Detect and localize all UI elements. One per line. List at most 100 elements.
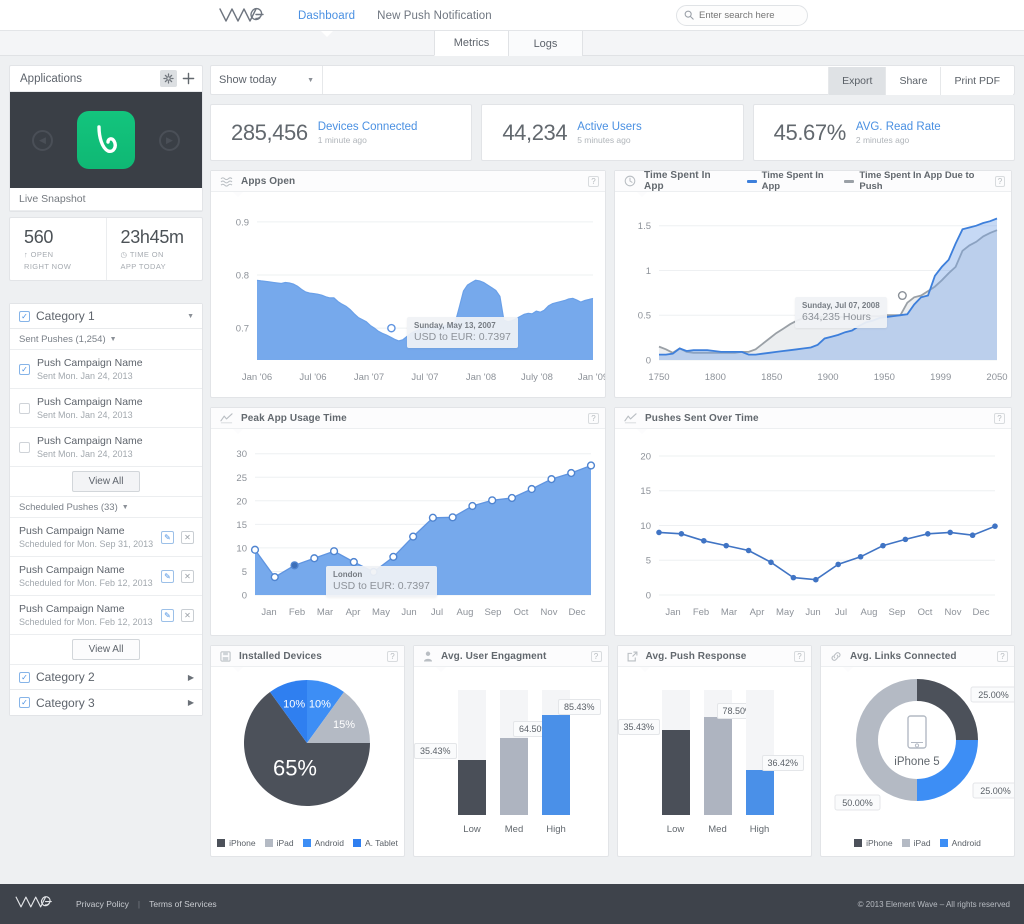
- tab-metrics[interactable]: Metrics: [434, 31, 509, 56]
- footer-link-privacy-policy[interactable]: Privacy Policy: [76, 899, 129, 909]
- svg-text:Aug: Aug: [457, 607, 474, 618]
- edit-icon[interactable]: ✎: [161, 609, 174, 622]
- toolbar: Show today ▼ Export Share Print PDF: [210, 65, 1015, 95]
- list-item[interactable]: Push Campaign Name Scheduled for Mon. Fe…: [10, 596, 202, 635]
- stat-timestamp: 5 minutes ago: [577, 134, 642, 146]
- chevron-down-icon[interactable]: ▼: [307, 77, 314, 84]
- export-button[interactable]: Export: [828, 67, 885, 95]
- delete-icon[interactable]: ✕: [181, 609, 194, 622]
- share-button[interactable]: Share: [885, 67, 940, 95]
- applications-header: Applications: [10, 66, 202, 92]
- plus-icon[interactable]: [180, 70, 197, 87]
- help-icon[interactable]: ?: [387, 651, 398, 662]
- help-icon[interactable]: ?: [995, 176, 1005, 187]
- category-2-checkbox[interactable]: ✓: [19, 672, 30, 683]
- sent-pushes-header[interactable]: Sent Pushes (1,254) ▼: [10, 329, 202, 350]
- svg-text:Apr: Apr: [750, 607, 765, 618]
- list-item[interactable]: Push Campaign Name Scheduled for Mon. Fe…: [10, 557, 202, 596]
- view-all-scheduled-button[interactable]: View All: [72, 639, 141, 660]
- chevron-down-icon[interactable]: ▼: [122, 504, 129, 511]
- card-pushes-sent: Pushes Sent Over Time ? 05101520JanFebMa…: [614, 407, 1012, 636]
- push-checkbox[interactable]: [19, 403, 30, 414]
- nav-link-new-push-notification[interactable]: New Push Notification: [377, 10, 492, 22]
- legend-item-a-tablet[interactable]: A. Tablet: [353, 838, 398, 848]
- category-3-checkbox[interactable]: ✓: [19, 697, 30, 708]
- svg-text:1900: 1900: [817, 372, 838, 383]
- sidebar-item-category-2[interactable]: ✓ Category 2 ▶: [10, 665, 202, 690]
- app-hero: ◀ ▶: [10, 92, 202, 188]
- legend-item-ipad[interactable]: iPad: [265, 838, 294, 848]
- list-item[interactable]: Push Campaign Name Sent Mon. Jan 24, 201…: [10, 389, 202, 428]
- chevron-right-icon[interactable]: ▶: [188, 673, 194, 682]
- delete-icon[interactable]: ✕: [181, 531, 194, 544]
- footer-logo[interactable]: [14, 893, 64, 916]
- chevron-left-icon[interactable]: ◀: [32, 130, 53, 151]
- date-range-label: Show today: [219, 74, 303, 86]
- bar-label-high: 36.42%: [762, 755, 805, 771]
- stat-value: 285,456: [231, 120, 308, 146]
- sidebar-item-category-1[interactable]: ✓ Category 1 ▼: [10, 304, 202, 329]
- nav-link-dashboard[interactable]: Dashboard: [298, 10, 355, 22]
- legend-item-android[interactable]: Android: [940, 838, 981, 848]
- card-title: Avg. Links Connected: [850, 651, 957, 662]
- help-icon[interactable]: ?: [794, 651, 805, 662]
- chevron-right-icon[interactable]: ▶: [188, 698, 194, 707]
- list-item[interactable]: Push Campaign Name Sent Mon. Jan 24, 201…: [10, 428, 202, 467]
- stat-label: Devices Connected: [318, 120, 418, 134]
- gear-icon[interactable]: [160, 70, 177, 87]
- chevron-down-icon[interactable]: ▼: [110, 336, 117, 343]
- help-icon[interactable]: ?: [997, 651, 1008, 662]
- legend-item-android[interactable]: Android: [303, 838, 344, 848]
- stat-value: 44,234: [502, 120, 567, 146]
- svg-text:15%: 15%: [333, 719, 355, 731]
- push-name: Push Campaign Name: [37, 357, 194, 370]
- legend-item-iphone[interactable]: iPhone: [217, 838, 255, 848]
- search-input[interactable]: [699, 10, 803, 21]
- push-checkbox[interactable]: [19, 442, 30, 453]
- search-box[interactable]: [676, 5, 808, 26]
- scheduled-pushes-header[interactable]: Scheduled Pushes (33) ▼: [10, 497, 202, 518]
- chevron-right-icon[interactable]: ▶: [159, 130, 180, 151]
- sidebar-item-category-3[interactable]: ✓ Category 3 ▶: [10, 690, 202, 715]
- date-range-select[interactable]: Show today ▼: [211, 66, 323, 94]
- scheduled-view-all-row: View All: [10, 635, 202, 665]
- share-arrow-icon: [627, 651, 638, 662]
- svg-text:Nov: Nov: [945, 607, 962, 618]
- vine-app-icon[interactable]: [77, 111, 135, 169]
- clock-icon: ◷: [121, 250, 128, 259]
- legend-time-spent-due-push[interactable]: Time Spent In App Due to Push: [844, 170, 986, 192]
- svg-text:0.7: 0.7: [236, 324, 249, 335]
- footer-link-terms-of-services[interactable]: Terms of Services: [149, 899, 217, 909]
- legend-time-spent[interactable]: Time Spent In App: [747, 170, 837, 192]
- tab-logs[interactable]: Logs: [508, 31, 583, 56]
- svg-text:10%: 10%: [309, 698, 331, 710]
- push-date: Scheduled for Mon. Feb 12, 2013: [19, 577, 154, 589]
- push-checkbox[interactable]: ✓: [19, 364, 30, 375]
- view-all-sent-button[interactable]: View All: [72, 471, 141, 492]
- svg-text:Oct: Oct: [514, 607, 529, 618]
- legend-item-iphone[interactable]: iPhone: [854, 838, 892, 848]
- legend-label: Android: [315, 838, 344, 848]
- link-icon: [830, 651, 842, 662]
- wae-logo[interactable]: [218, 4, 278, 26]
- edit-icon[interactable]: ✎: [161, 570, 174, 583]
- legend-item-ipad[interactable]: iPad: [902, 838, 931, 848]
- snapshot-open-value: 560: [24, 227, 106, 248]
- stat-card-avg-read-rate: 45.67% AVG. Read Rate 2 minutes ago: [753, 104, 1015, 161]
- help-icon[interactable]: ?: [591, 651, 602, 662]
- delete-icon[interactable]: ✕: [181, 570, 194, 583]
- help-icon[interactable]: ?: [994, 413, 1005, 424]
- print-pdf-button[interactable]: Print PDF: [940, 67, 1013, 95]
- help-icon[interactable]: ?: [588, 176, 599, 187]
- svg-text:10%: 10%: [283, 698, 305, 710]
- body-container: Applications: [0, 56, 1024, 857]
- chevron-down-icon[interactable]: ▼: [187, 313, 194, 320]
- list-item[interactable]: Push Campaign Name Scheduled for Mon. Se…: [10, 518, 202, 557]
- help-icon[interactable]: ?: [588, 413, 599, 424]
- category-1-checkbox[interactable]: ✓: [19, 311, 30, 322]
- stat-timestamp: 2 minutes ago: [856, 134, 941, 146]
- edit-icon[interactable]: ✎: [161, 531, 174, 544]
- primary-nav-links: Dashboard New Push Notification: [298, 0, 492, 31]
- card-title: Avg. User Engagment: [441, 651, 546, 662]
- list-item[interactable]: ✓ Push Campaign Name Sent Mon. Jan 24, 2…: [10, 350, 202, 389]
